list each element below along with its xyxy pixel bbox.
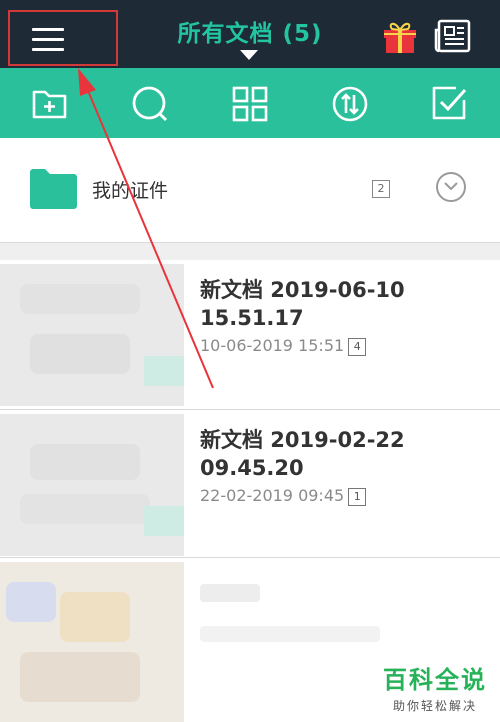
menu-button[interactable] [8,10,118,66]
folder-item-count: 2 [372,180,390,198]
blurred-title-placeholder [200,584,260,602]
watermark: 百科全说 助你轻松解决 [376,660,494,714]
document-row[interactable]: 新文档 2019-02-22 09.45.20 22-02-2019 09:45… [0,410,500,558]
page-title: 所有文档 (5) [177,21,323,47]
blurred-date-placeholder [200,626,380,642]
document-date: 10-06-2019 15:51 4 [200,336,367,356]
search-icon [132,86,168,122]
sort-button[interactable] [330,84,370,124]
folder-row[interactable]: 我的证件 2 [0,138,500,242]
document-thumbnail [0,562,184,722]
watermark-sub: 助你轻松解决 [392,699,477,713]
chevron-down-icon[interactable] [436,172,466,202]
page-count-badge: 4 [348,338,367,356]
gift-icon[interactable] [382,18,418,54]
folder-name: 我的证件 [92,180,169,202]
page-count-badge: 1 [348,488,367,506]
sort-icon [332,86,368,122]
dropdown-caret-icon[interactable] [240,50,258,60]
toolbar [0,68,500,138]
section-divider [0,242,500,261]
title-dropdown[interactable]: 所有文档 (5) [150,14,350,48]
grid-view-icon [232,86,268,122]
watermark-main: 百科全说 [383,666,487,694]
top-bar: 所有文档 (5) [0,0,500,68]
document-thumbnail [0,264,184,406]
grid-view-button[interactable] [230,84,270,124]
document-row[interactable]: 新文档 2019-06-10 15.51.17 10-06-2019 15:51… [0,260,500,410]
multi-select-icon [432,86,467,120]
document-title: 新文档 2019-02-22 09.45.20 [200,428,405,480]
newspaper-icon[interactable] [434,18,472,54]
multi-select-button[interactable] [430,84,470,124]
new-folder-icon [32,90,67,119]
folder-icon [28,168,78,210]
search-button[interactable] [130,84,170,124]
document-title: 新文档 2019-06-10 15.51.17 [200,278,405,330]
new-folder-button[interactable] [30,84,70,124]
document-date: 22-02-2019 09:45 1 [200,486,367,506]
document-thumbnail [0,414,184,556]
